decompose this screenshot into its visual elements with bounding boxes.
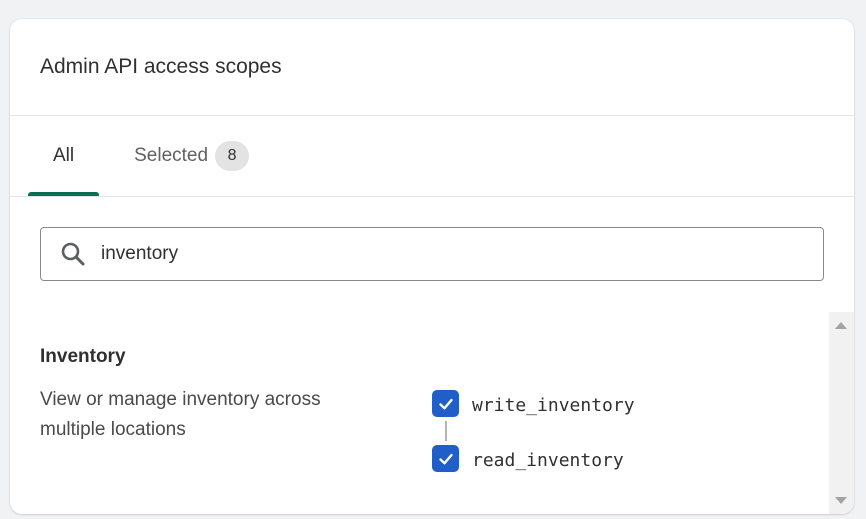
scroll-up-arrow-icon[interactable] xyxy=(835,322,847,329)
checkmark-icon xyxy=(438,398,453,409)
tab-all[interactable]: All xyxy=(28,116,100,196)
scope-read-inventory[interactable]: read_inventory xyxy=(432,445,635,472)
search-icon xyxy=(59,240,87,268)
section-title: Inventory xyxy=(40,346,126,367)
card-header: Admin API access scopes xyxy=(10,19,854,116)
checkmark-icon xyxy=(438,453,453,464)
card-title: Admin API access scopes xyxy=(40,55,282,78)
search-input[interactable] xyxy=(101,243,781,265)
scope-list: write_inventory read_inventory xyxy=(432,390,635,472)
vertical-scrollbar[interactable] xyxy=(829,312,854,514)
scroll-down-arrow-icon[interactable] xyxy=(835,497,847,504)
access-scopes-card: Admin API access scopes All Selected 8 I… xyxy=(10,19,854,514)
scope-write-inventory[interactable]: write_inventory xyxy=(432,390,635,417)
tab-all-label: All xyxy=(53,145,75,166)
scope-label: write_inventory xyxy=(472,395,635,416)
section-description: View or manage inventory across multiple… xyxy=(40,389,321,440)
checkbox-write-inventory[interactable] xyxy=(432,390,459,417)
search-field[interactable] xyxy=(40,227,824,281)
search-wrapper xyxy=(10,197,854,281)
tab-selected[interactable]: Selected 8 xyxy=(109,116,274,196)
checkbox-read-inventory[interactable] xyxy=(432,445,459,472)
scopes-scroll-area[interactable]: Inventory View or manage inventory acros… xyxy=(10,312,854,514)
selected-count-badge: 8 xyxy=(215,141,250,171)
tab-selected-label: Selected xyxy=(134,145,209,166)
scope-connector-line xyxy=(444,421,447,441)
scope-tabs: All Selected 8 xyxy=(10,116,854,197)
scope-label: read_inventory xyxy=(472,450,624,471)
